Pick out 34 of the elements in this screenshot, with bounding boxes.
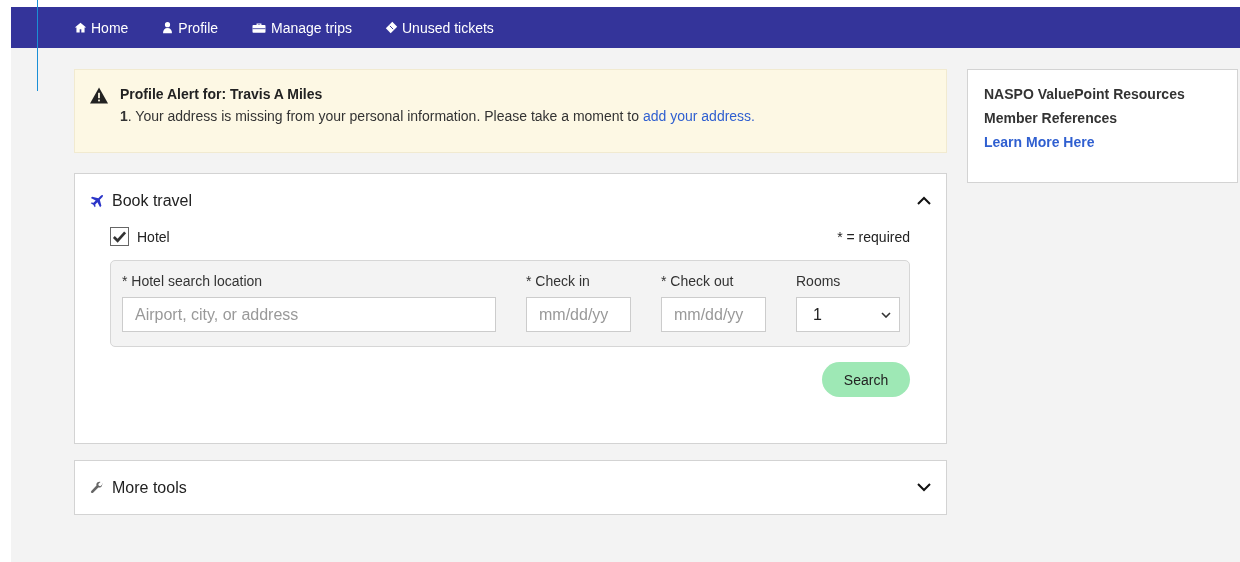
location-input-field[interactable]: Airport, city, or address [122,297,496,332]
airplane-icon [90,193,104,208]
wrench-icon [90,480,104,495]
panel-title: More tools [112,478,188,497]
alert-title: Profile Alert for: Travis A Miles [120,86,324,102]
required-note: * = required [837,228,910,245]
home-icon [74,21,87,34]
date-input-field[interactable]: mm/dd/yy [661,297,766,332]
nav-link[interactable]: Manage trips [251,19,352,36]
rooms-dropdown[interactable]: 1 [796,297,900,332]
caret-icon [881,311,891,318]
chevron-icon[interactable] [917,196,931,205]
panel-title: Book travel [112,191,194,210]
learn-more-link[interactable]: Learn More Here [984,134,1095,150]
resources-subtitle: Member References [984,110,1118,126]
nav-link[interactable]: Profile [161,19,219,36]
warning-icon [90,87,108,104]
checkbox-label: Hotel [137,228,170,245]
resources-title: NASPO ValuePoint Resources [984,86,1185,102]
field-label: * Check in [526,273,591,289]
date-input-field[interactable]: mm/dd/yy [526,297,631,332]
field-label: * Check out [661,273,735,289]
field-label: Rooms [796,273,842,289]
chevron-icon[interactable] [917,483,931,492]
briefcase-icon [251,21,268,34]
person-icon [161,21,175,34]
nav-link[interactable]: Unused tickets [385,19,494,36]
ticket-icon [385,21,398,34]
nav-link[interactable]: Home [74,19,129,36]
hotel-checkbox[interactable] [110,227,129,246]
alert-message: 1. Your address is missing from your personal information. Please take a moment to [120,108,640,124]
search-button[interactable]: Search [822,362,910,397]
add-address-link[interactable]: add your address. [642,108,755,124]
field-label: * Hotel search location [122,273,264,289]
